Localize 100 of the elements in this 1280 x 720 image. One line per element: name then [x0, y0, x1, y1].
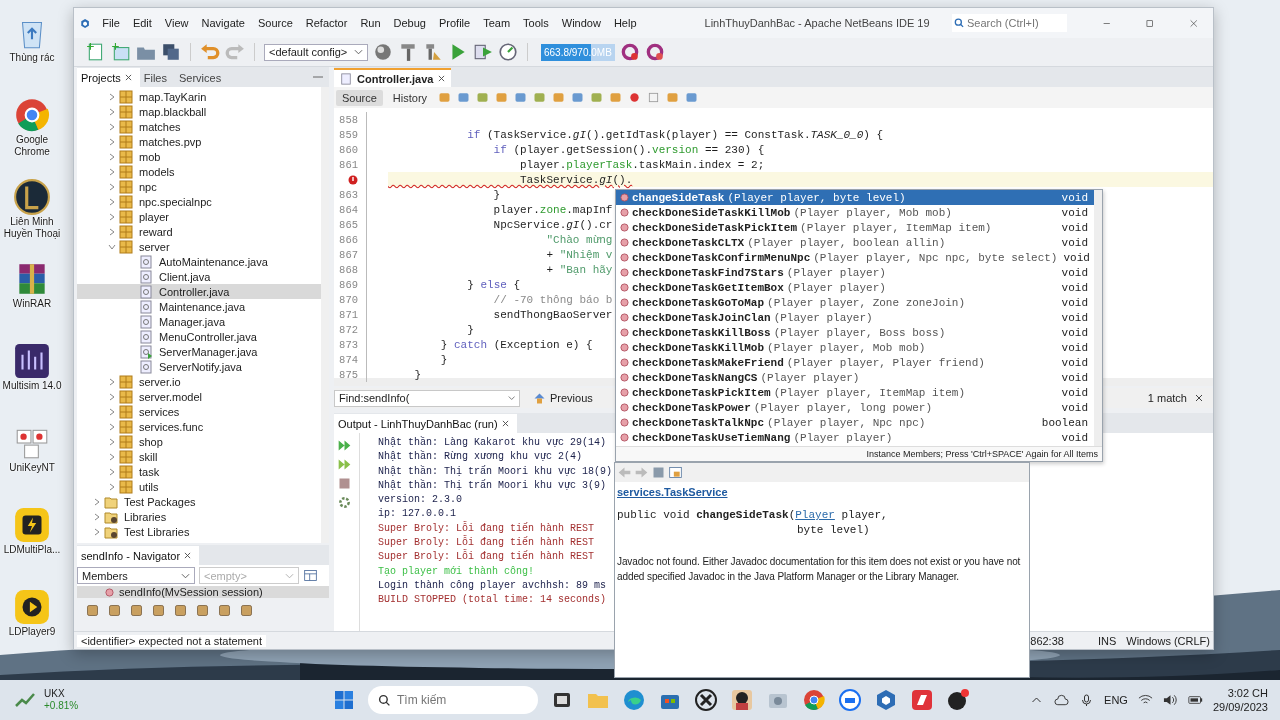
slanted-bar-app-icon[interactable]: [910, 688, 934, 712]
play-icon[interactable]: [13, 588, 51, 626]
clock-time[interactable]: 3:02 CH: [1227, 686, 1268, 700]
previous-button[interactable]: Previous: [528, 390, 597, 406]
menu-item[interactable]: Window: [561, 17, 601, 29]
close-icon[interactable]: [1195, 394, 1203, 402]
tree-item[interactable]: ServerManager.java: [77, 344, 321, 359]
orb-icon[interactable]: [946, 688, 970, 712]
rerun-icon[interactable]: [337, 438, 352, 453]
desktop-icon-label[interactable]: Liên Minh Huyền Thoại: [1, 216, 63, 240]
stop-icon[interactable]: [337, 476, 352, 491]
snapshot-icon[interactable]: [645, 42, 665, 62]
menu-item[interactable]: Navigate: [201, 17, 245, 29]
game-character-icon[interactable]: [730, 688, 754, 712]
wifi-icon[interactable]: [1137, 694, 1153, 706]
completion-item[interactable]: checkDoneTaskJoinClan (Player player) void: [616, 310, 1094, 325]
tree-item[interactable]: Libraries: [77, 509, 321, 524]
globe-icon[interactable]: [373, 42, 393, 62]
desktop-icon-label[interactable]: UniKeyNT: [1, 462, 63, 474]
layout-icon[interactable]: [303, 568, 318, 583]
view-tab[interactable]: History: [386, 89, 434, 106]
tree-item[interactable]: matches.pvp: [77, 134, 321, 149]
completion-item[interactable]: checkDoneTaskKillMob (Player player, Mob mob) void: [616, 340, 1094, 355]
find-field[interactable]: Find:sendInfo(: [334, 389, 520, 407]
tree-item[interactable]: map.blackball: [77, 104, 321, 119]
tree-item[interactable]: server.io: [77, 374, 321, 389]
taskbar-search-field[interactable]: Tìm kiếm: [368, 686, 538, 714]
menu-item[interactable]: Run: [360, 17, 381, 29]
completion-item[interactable]: checkDoneTaskKillBoss (Player player, Boss boss) void: [616, 325, 1094, 340]
cube-logo-icon[interactable]: [874, 688, 898, 712]
desktop-icon-label[interactable]: WinRAR: [1, 298, 63, 310]
tree-item[interactable]: ServerNotify.java: [77, 359, 321, 374]
tree-item[interactable]: shop: [77, 434, 321, 449]
battery-icon[interactable]: [1187, 694, 1203, 706]
close-icon[interactable]: [438, 75, 446, 82]
panel-tab[interactable]: Output - LinhThuyDanhBac (run): [334, 414, 517, 433]
tree-item[interactable]: reward: [77, 224, 321, 239]
new-project-icon[interactable]: [111, 42, 131, 62]
panel-tab[interactable]: Services: [175, 68, 230, 87]
completion-item[interactable]: checkDoneTaskCLTX (Player player, boolean allin) void: [616, 235, 1094, 250]
panel-tab[interactable]: Files: [139, 68, 175, 87]
find-input[interactable]: sendInfo(: [363, 392, 508, 404]
completion-item[interactable]: checkDoneTaskUseTiemNang (Player player) void: [616, 430, 1094, 445]
rerun-icon[interactable]: [337, 457, 352, 472]
tree-item[interactable]: Controller.java: [77, 284, 321, 299]
tree-item[interactable]: services: [77, 404, 321, 419]
broom-icon[interactable]: [423, 42, 443, 62]
config-dropdown[interactable]: <default config>: [264, 43, 368, 61]
completion-item[interactable]: checkDoneSideTaskKillMob (Player player, Mob mob) void: [616, 205, 1094, 220]
tree-item[interactable]: map.TayKarin: [77, 89, 321, 104]
editor-tab[interactable]: Controller.java: [334, 68, 452, 87]
tree-item[interactable]: Maintenance.java: [77, 299, 321, 314]
type-link[interactable]: Player: [795, 509, 835, 521]
desktop-icon-label[interactable]: LDMultiPla...: [1, 544, 63, 556]
tree-item[interactable]: Client.java: [77, 269, 321, 284]
gc-icon[interactable]: [620, 42, 640, 62]
hammer-icon[interactable]: [398, 42, 418, 62]
desktop-icon-label[interactable]: LDPlayer9: [1, 626, 63, 638]
sliders-icon[interactable]: [13, 342, 51, 380]
tree-item[interactable]: player: [77, 209, 321, 224]
completion-item[interactable]: checkDoneTaskFind7Stars (Player player) void: [616, 265, 1094, 280]
menu-item[interactable]: Profile: [439, 17, 471, 29]
browser-window-icon[interactable]: [668, 465, 683, 480]
panel-tab[interactable]: sendInfo - Navigator: [77, 546, 200, 565]
desktop-icon-label[interactable]: Multisim 14.0: [1, 380, 63, 392]
desktop-icon-label[interactable]: Google Chrome: [1, 134, 63, 158]
document-icon[interactable]: [651, 465, 666, 480]
tree-item[interactable]: MenuController.java: [77, 329, 321, 344]
completion-item[interactable]: checkDoneTaskTalkNpc (Player player, Npc npc) boolean: [616, 415, 1094, 430]
wave-logo-icon[interactable]: [622, 688, 646, 712]
debug-icon[interactable]: [473, 42, 493, 62]
tree-item[interactable]: server.model: [77, 389, 321, 404]
start-icon[interactable]: [332, 688, 356, 712]
navigator-member[interactable]: sendInfo(MvSession session): [77, 586, 329, 598]
browser-icon[interactable]: [13, 96, 51, 134]
completion-item[interactable]: checkDoneTaskPickItem (Player player, ItemMap item) void: [616, 385, 1094, 400]
tree-item[interactable]: models: [77, 164, 321, 179]
tree-item[interactable]: Test Libraries: [77, 524, 321, 539]
close-icon[interactable]: [124, 74, 132, 81]
panel-tab[interactable]: Projects: [77, 68, 140, 87]
x-logo-icon[interactable]: [694, 688, 718, 712]
tree-item[interactable]: npc: [77, 179, 321, 194]
tree-item[interactable]: server: [77, 239, 321, 254]
menu-item[interactable]: Debug: [393, 17, 426, 29]
tree-item[interactable]: task: [77, 464, 321, 479]
completion-item[interactable]: changeSideTask (Player player, byte level) void: [616, 190, 1094, 205]
tree-item[interactable]: Manager.java: [77, 314, 321, 329]
menu-item[interactable]: File: [102, 17, 120, 29]
desktop-icon-label[interactable]: Thùng rác: [1, 52, 63, 64]
close-icon[interactable]: [184, 552, 192, 559]
completion-item[interactable]: checkDoneTaskConfirmMenuNpc (Player player, Npc npc, byte select) void: [616, 250, 1094, 265]
menu-item[interactable]: Tools: [523, 17, 549, 29]
close-icon[interactable]: [501, 420, 509, 427]
tree-item[interactable]: services.func: [77, 419, 321, 434]
save-all-icon[interactable]: [161, 42, 181, 62]
tree-item[interactable]: npc.specialnpc: [77, 194, 321, 209]
redo-icon[interactable]: [225, 42, 245, 62]
completion-item[interactable]: checkDoneTaskGoToMap (Player player, Zone zoneJoin) void: [616, 295, 1094, 310]
tree-item[interactable]: matches: [77, 119, 321, 134]
menu-item[interactable]: Edit: [132, 17, 152, 29]
